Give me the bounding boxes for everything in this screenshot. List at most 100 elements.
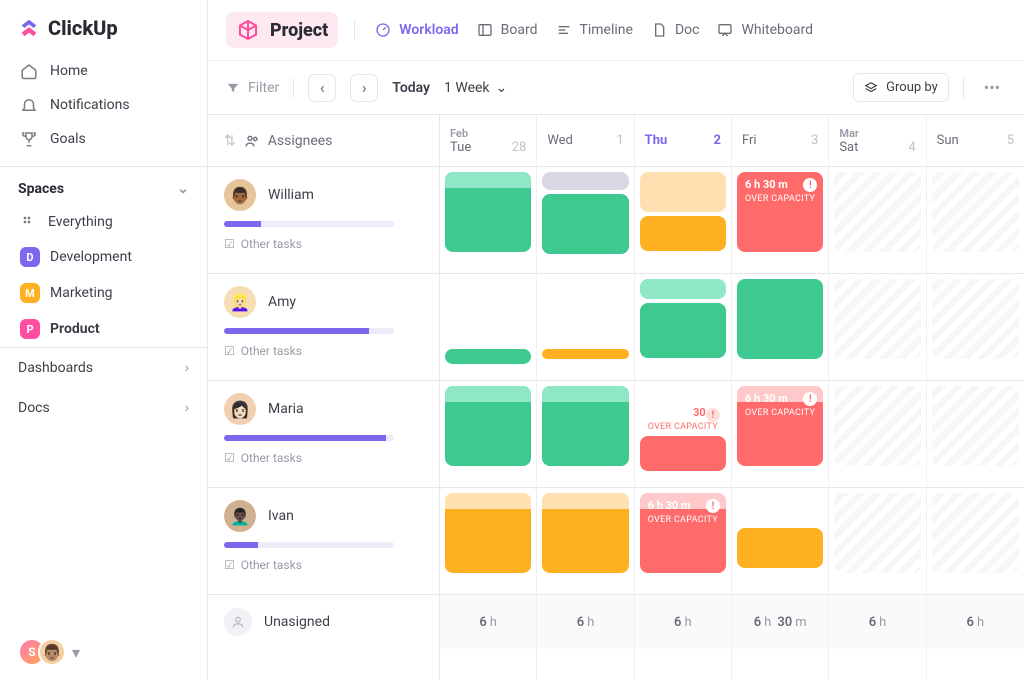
- workload-grid: ⇅ Assignees 👨🏾 William ☑Other tasks: [208, 115, 1024, 680]
- workload-cell[interactable]: [927, 274, 1024, 381]
- sidebar-item-development[interactable]: D Development: [0, 239, 207, 275]
- workload-cell[interactable]: [537, 381, 633, 488]
- tab-board[interactable]: Board: [477, 22, 538, 38]
- workload-cell[interactable]: [440, 167, 536, 274]
- day-columns: Feb Tue28 6h Wed1: [440, 115, 1024, 680]
- progress-bar: [224, 542, 394, 548]
- workload-cell[interactable]: [440, 488, 536, 595]
- day-column-sat: Mar Sat4 6h: [829, 115, 926, 680]
- tab-workload-label: Workload: [399, 22, 458, 38]
- timeline-icon: [556, 22, 572, 38]
- other-tasks-link[interactable]: ☑Other tasks: [224, 451, 423, 465]
- divider: [293, 78, 294, 98]
- day-header: Fri3: [732, 115, 828, 167]
- docs-label: Docs: [18, 400, 50, 416]
- workload-cell[interactable]: [537, 488, 633, 595]
- nav-notifications[interactable]: Notifications: [0, 88, 207, 122]
- workload-cell[interactable]: [829, 274, 925, 381]
- sidebar-item-marketing[interactable]: M Marketing: [0, 275, 207, 311]
- nav-goals[interactable]: Goals: [0, 122, 207, 156]
- unassigned-row[interactable]: Unasigned: [208, 595, 439, 649]
- workload-cell[interactable]: [927, 488, 1024, 595]
- workload-toolbar: Filter ‹ › Today 1 Week⌄ Group by •••: [208, 61, 1024, 115]
- sidebar-item-everything[interactable]: Everything: [0, 205, 207, 239]
- workload-cell[interactable]: [829, 167, 925, 274]
- tab-whiteboard[interactable]: Whiteboard: [717, 22, 813, 38]
- nav-home[interactable]: Home: [0, 54, 207, 88]
- day-column-sun: Sun5 6h: [927, 115, 1024, 680]
- chevron-right-icon: ›: [185, 400, 189, 416]
- brand-logo[interactable]: ClickUp: [0, 0, 207, 48]
- view-tabs: Workload Board Timeline Doc Whiteboard: [375, 22, 813, 38]
- people-icon: [244, 133, 260, 149]
- progress-bar: [224, 221, 394, 227]
- tab-whiteboard-label: Whiteboard: [741, 22, 813, 38]
- workload-cell[interactable]: [829, 488, 925, 595]
- more-button[interactable]: •••: [978, 74, 1006, 101]
- day-header-today: Thu2: [635, 115, 731, 167]
- dashboards-section[interactable]: Dashboards ›: [0, 347, 207, 388]
- nav-goals-label: Goals: [50, 131, 86, 147]
- space-badge-p: P: [20, 319, 40, 339]
- divider: [354, 20, 355, 40]
- workload-cell[interactable]: [440, 274, 536, 381]
- trophy-icon: [20, 130, 38, 148]
- assignee-row-maria[interactable]: 👩🏻 Maria ☑Other tasks: [208, 381, 439, 488]
- prev-button[interactable]: ‹: [308, 74, 336, 102]
- spaces-header[interactable]: Spaces ⌄: [0, 167, 207, 205]
- user-avatar-stack[interactable]: S 👨🏽: [18, 638, 66, 666]
- workload-cell[interactable]: 6 h 30 mOVER CAPACITY !: [732, 381, 828, 488]
- assignees-header[interactable]: ⇅ Assignees: [208, 115, 439, 167]
- day-footer: 6h: [829, 595, 925, 649]
- assignee-row-william[interactable]: 👨🏾 William ☑Other tasks: [208, 167, 439, 274]
- workload-cell[interactable]: [927, 167, 1024, 274]
- sidebar-item-product[interactable]: P Product: [0, 311, 207, 347]
- workload-cell[interactable]: [829, 381, 925, 488]
- workload-cell[interactable]: [635, 167, 731, 274]
- checklist-icon: ☑: [224, 237, 235, 251]
- tab-workload[interactable]: Workload: [375, 22, 458, 38]
- checklist-icon: ☑: [224, 344, 235, 358]
- workload-cell[interactable]: [732, 274, 828, 381]
- space-badge-d: D: [20, 247, 40, 267]
- workload-cell[interactable]: [537, 274, 633, 381]
- avatar-secondary: 👨🏽: [38, 638, 66, 666]
- sidebar-footer: S 👨🏽 ▾: [0, 624, 207, 680]
- tab-doc[interactable]: Doc: [651, 22, 700, 38]
- workload-cell[interactable]: 30 mOVER CAPACITY !: [635, 381, 731, 488]
- project-pill[interactable]: Project: [226, 12, 338, 48]
- other-tasks-link[interactable]: ☑Other tasks: [224, 558, 423, 572]
- other-tasks-link[interactable]: ☑Other tasks: [224, 344, 423, 358]
- workload-cell[interactable]: [732, 488, 828, 595]
- tab-timeline-label: Timeline: [580, 22, 633, 38]
- day-header: Sun5: [927, 115, 1024, 167]
- avatar: 👩🏻: [224, 393, 256, 425]
- day-column-fri: Fri3 6 h 30 mOVER CAPACITY ! 6 h 30 mOVE…: [732, 115, 829, 680]
- workload-cell[interactable]: 6 h 30 mOVER CAPACITY !: [732, 167, 828, 274]
- workload-cell[interactable]: [635, 274, 731, 381]
- docs-section[interactable]: Docs ›: [0, 388, 207, 428]
- checklist-icon: ☑: [224, 451, 235, 465]
- filter-button[interactable]: Filter: [226, 80, 279, 96]
- assignee-name: Maria: [268, 401, 304, 417]
- range-selector[interactable]: 1 Week⌄: [444, 80, 507, 96]
- assignee-row-amy[interactable]: 👱🏻‍♀️ Amy ☑Other tasks: [208, 274, 439, 381]
- group-by-button[interactable]: Group by: [853, 73, 949, 102]
- checklist-icon: ☑: [224, 558, 235, 572]
- assignee-row-ivan[interactable]: 👨🏿‍🦱 Ivan ☑Other tasks: [208, 488, 439, 595]
- workload-cell[interactable]: [440, 381, 536, 488]
- chevron-right-icon: ›: [185, 360, 189, 376]
- workload-cell[interactable]: [537, 167, 633, 274]
- day-footer: 6h: [635, 595, 731, 649]
- tab-timeline[interactable]: Timeline: [556, 22, 633, 38]
- workload-cell[interactable]: [927, 381, 1024, 488]
- other-tasks-link[interactable]: ☑Other tasks: [224, 237, 423, 251]
- day-footer: 6h: [537, 595, 633, 649]
- day-column-tue: Feb Tue28 6h: [440, 115, 537, 680]
- today-button[interactable]: Today: [392, 80, 430, 96]
- next-button[interactable]: ›: [350, 74, 378, 102]
- bell-icon: [20, 96, 38, 114]
- workload-cell[interactable]: 6 h 30 mOVER CAPACITY !: [635, 488, 731, 595]
- sidebar-everything-label: Everything: [48, 214, 113, 230]
- brand-name: ClickUp: [48, 16, 118, 40]
